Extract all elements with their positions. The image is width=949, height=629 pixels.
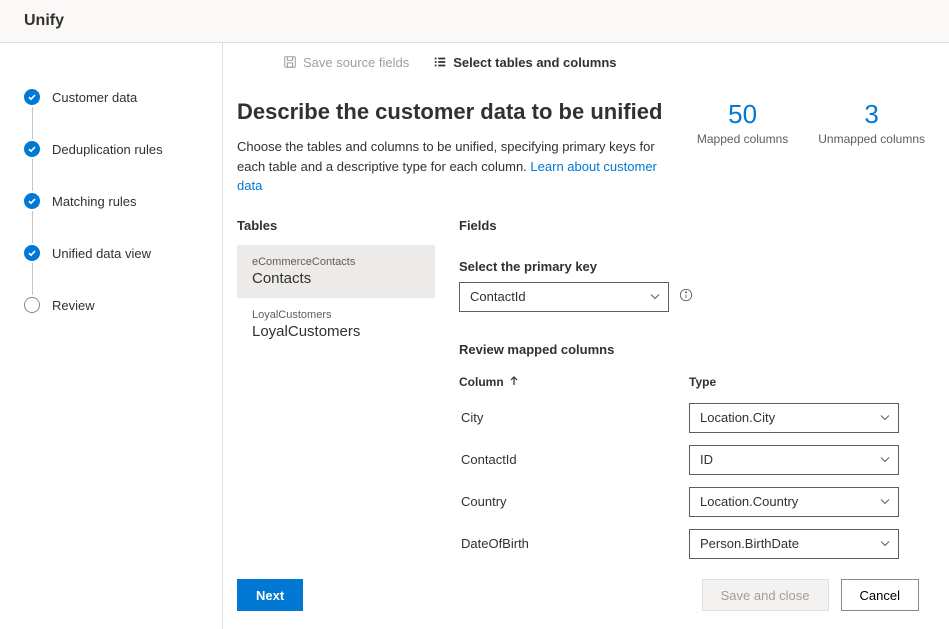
columns-header: Column Type: [459, 367, 935, 397]
unmapped-stat: 3 Unmapped columns: [818, 99, 925, 146]
app-title: Unify: [24, 12, 64, 30]
tables-heading: Tables: [237, 218, 435, 233]
tables-column: Tables eCommerceContacts Contacts LoyalCus…: [237, 218, 435, 562]
next-button[interactable]: Next: [237, 579, 303, 611]
save-source-fields-button: Save source fields: [283, 55, 409, 70]
type-cell: Person.BirthDate: [669, 529, 935, 559]
type-select[interactable]: Person.BirthDate: [689, 529, 899, 559]
column-name: DateOfBirth: [459, 536, 669, 551]
chevron-down-icon: [880, 410, 890, 425]
footer: Next Save and close Cancel: [223, 561, 949, 629]
check-icon: [24, 245, 40, 261]
column-name: City: [459, 410, 669, 425]
chevron-down-icon: [650, 289, 660, 304]
step-label: Review: [52, 298, 95, 313]
mapped-count: 50: [697, 99, 788, 130]
type-select[interactable]: ID: [689, 445, 899, 475]
step-deduplication-rules[interactable]: Deduplication rules: [24, 141, 198, 157]
select-tables-label: Select tables and columns: [453, 55, 616, 70]
type-cell: Location.City: [669, 403, 935, 433]
circle-icon: [24, 297, 40, 313]
check-icon: [24, 193, 40, 209]
unmapped-label: Unmapped columns: [818, 132, 925, 146]
check-icon: [24, 89, 40, 105]
table-item-contacts[interactable]: eCommerceContacts Contacts: [237, 245, 435, 298]
type-value: Person.BirthDate: [700, 536, 799, 551]
mapped-stat: 50 Mapped columns: [697, 99, 788, 146]
steps-sidebar: Customer data Deduplication rules Matching…: [0, 43, 222, 629]
unmapped-count: 3: [818, 99, 925, 130]
page-body: Customer data Deduplication rules Matching…: [0, 43, 949, 629]
content-wrap: Describe the customer data to be unified…: [223, 81, 949, 629]
step-review[interactable]: Review: [24, 297, 198, 313]
step-connector: [32, 211, 33, 243]
table-source: LoyalCustomers: [252, 309, 420, 321]
type-value: ID: [700, 452, 713, 467]
main-panel: Save source fields Select tables and col…: [222, 43, 949, 629]
fields-column: Fields Select the primary key ContactId: [435, 218, 935, 562]
step-label: Unified data view: [52, 246, 151, 261]
mapped-row: ContactId ID: [459, 439, 935, 481]
header-row: Describe the customer data to be unified…: [237, 99, 935, 196]
chevron-down-icon: [880, 452, 890, 467]
check-icon: [24, 141, 40, 157]
stats: 50 Mapped columns 3 Unmapped columns: [697, 99, 925, 146]
table-name: Contacts: [252, 270, 420, 287]
review-mapped-heading: Review mapped columns: [459, 342, 935, 357]
step-customer-data[interactable]: Customer data: [24, 89, 198, 105]
type-header[interactable]: Type: [669, 375, 935, 389]
page-desc: Choose the tables and columns to be unif…: [237, 137, 667, 196]
info-icon[interactable]: [679, 288, 693, 305]
step-label: Matching rules: [52, 194, 137, 209]
mapped-row: Country Location.Country: [459, 481, 935, 523]
type-select[interactable]: Location.City: [689, 403, 899, 433]
step-connector: [32, 263, 33, 295]
type-select[interactable]: Location.Country: [689, 487, 899, 517]
type-value: Location.City: [700, 410, 775, 425]
type-value: Location.Country: [700, 494, 798, 509]
page-title: Describe the customer data to be unified: [237, 99, 667, 125]
chevron-down-icon: [880, 494, 890, 509]
table-name: LoyalCustomers: [252, 323, 420, 340]
select-tables-button[interactable]: Select tables and columns: [433, 55, 616, 70]
column-name: ContactId: [459, 452, 669, 467]
mapped-row: City Location.City: [459, 397, 935, 439]
fields-heading: Fields: [459, 218, 935, 233]
top-bar: Unify: [0, 0, 949, 43]
chevron-down-icon: [880, 536, 890, 551]
step-connector: [32, 107, 33, 139]
step-label: Customer data: [52, 90, 137, 105]
table-source: eCommerceContacts: [252, 256, 420, 268]
primary-key-select[interactable]: ContactId: [459, 282, 669, 312]
step-connector: [32, 159, 33, 191]
body-columns: Tables eCommerceContacts Contacts LoyalCus…: [237, 218, 935, 562]
cancel-button[interactable]: Cancel: [841, 579, 919, 611]
column-name: Country: [459, 494, 669, 509]
step-matching-rules[interactable]: Matching rules: [24, 193, 198, 209]
step-unified-data-view[interactable]: Unified data view: [24, 245, 198, 261]
mapped-row: DateOfBirth Person.BirthDate: [459, 523, 935, 562]
content-scroll[interactable]: Describe the customer data to be unified…: [223, 81, 949, 561]
table-item-loyalcustomers[interactable]: LoyalCustomers LoyalCustomers: [237, 298, 435, 351]
save-source-fields-label: Save source fields: [303, 55, 409, 70]
save-icon: [283, 55, 297, 69]
type-cell: Location.Country: [669, 487, 935, 517]
step-label: Deduplication rules: [52, 142, 163, 157]
list-icon: [433, 55, 447, 69]
primary-key-label: Select the primary key: [459, 259, 935, 274]
save-and-close-button: Save and close: [702, 579, 829, 611]
toolbar: Save source fields Select tables and col…: [223, 43, 949, 81]
sort-asc-icon: [510, 375, 518, 389]
type-cell: ID: [669, 445, 935, 475]
mapped-label: Mapped columns: [697, 132, 788, 146]
column-header-name[interactable]: Column: [459, 375, 669, 389]
column-header-label: Column: [459, 375, 504, 389]
primary-key-value: ContactId: [470, 289, 526, 304]
